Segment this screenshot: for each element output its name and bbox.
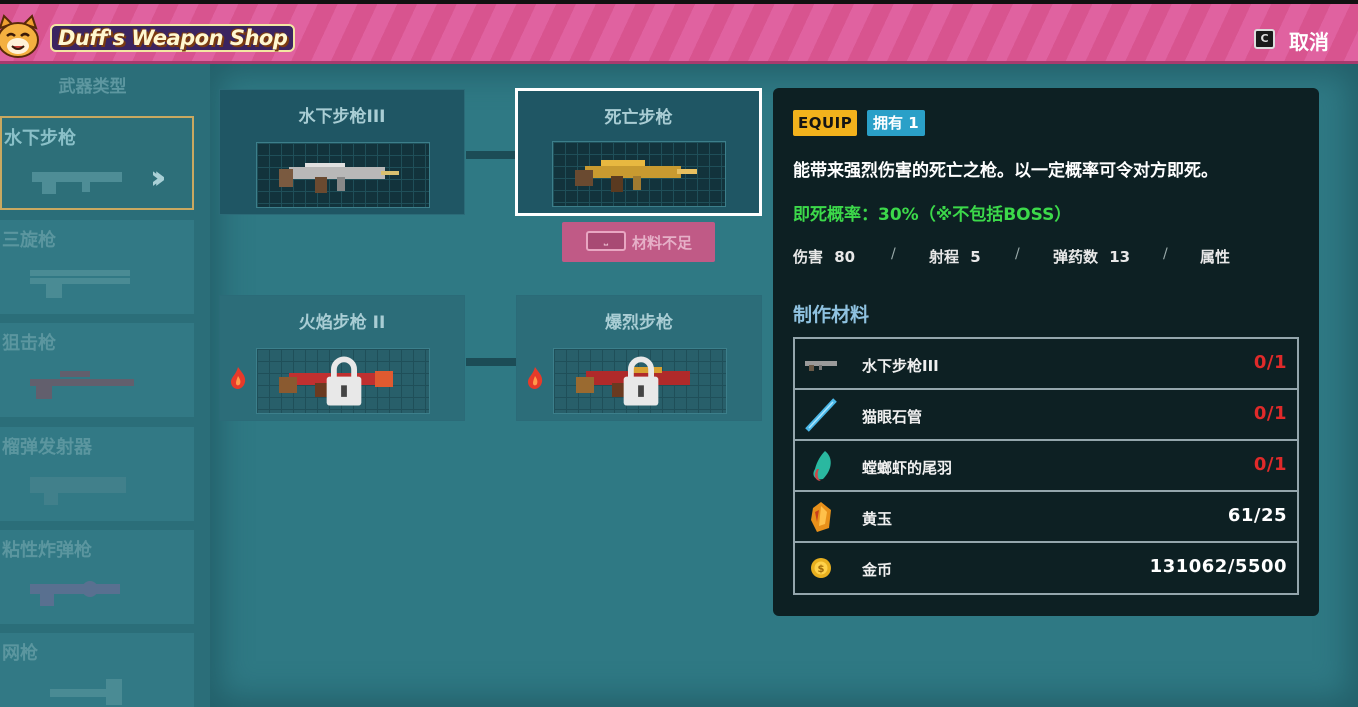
rifle-thumbnail-icon	[32, 172, 122, 194]
sidebar-item-net-gun[interactable]: 网枪	[0, 633, 194, 707]
materials-table: 水下步枪III 0/1 猫眼石管 0/1 螳螂虾的尾羽 0/1 黄玉 61/25…	[793, 337, 1299, 595]
underwater-rifle-icon	[279, 163, 399, 193]
material-count: 131062/5500	[1149, 556, 1287, 577]
weapon-description: 能带来强烈伤害的死亡之枪。以一定概率可令对方即死。	[793, 161, 1218, 181]
coin-icon: $	[811, 558, 831, 578]
stat-label: 射程	[929, 248, 960, 266]
space-key-hint: ⎵	[586, 231, 626, 251]
weapon-preview-frame	[552, 141, 726, 207]
material-name: 猫眼石管	[862, 408, 923, 426]
shop-logo: Duff's Weapon Shop	[0, 12, 296, 62]
weapon-card-name: 死亡步枪	[604, 108, 673, 128]
stat-attribute: 属性	[1200, 246, 1230, 267]
sidebar-item-label: 水下步枪	[4, 128, 76, 149]
tree-connector	[466, 151, 516, 159]
crystal-tube-icon	[805, 398, 837, 432]
material-row: $ 金币 131062/5500	[795, 543, 1297, 594]
material-name: 螳螂虾的尾羽	[862, 459, 953, 477]
lock-icon	[623, 356, 659, 406]
weapon-preview-frame	[553, 348, 727, 414]
feather-icon	[813, 451, 831, 481]
owned-count-badge: 拥有 1	[867, 110, 925, 136]
cancel-key-hint[interactable]: C	[1254, 29, 1275, 49]
stat-value: 13	[1109, 248, 1131, 266]
material-row: 猫眼石管 0/1	[795, 390, 1297, 441]
stat-label: 属性	[1200, 248, 1231, 266]
weapon-detail-panel: EQUIP 拥有 1 能带来强烈伤害的死亡之枪。以一定概率可令对方即死。 即死概…	[773, 88, 1319, 616]
weapon-type-sidebar: 武器类型 水下步枪 ›› 三旋枪 狙击枪 榴弹发射器 粘性炸弹枪 网枪	[0, 64, 210, 707]
sidebar-item-label: 粘性炸弹枪	[2, 540, 92, 561]
stat-damage: 伤害 80	[793, 246, 855, 267]
sidebar-item-triple-gun[interactable]: 三旋枪	[0, 220, 194, 314]
shop-title: Duff's Weapon Shop	[50, 24, 296, 52]
weapon-card-name: 爆烈步枪	[605, 313, 673, 333]
weapon-card-name: 火焰步枪 II	[298, 313, 386, 333]
stat-separator: /	[1163, 246, 1168, 262]
craft-button[interactable]: ⎵ 材料不足	[562, 222, 715, 262]
material-count: 0/1	[1253, 454, 1287, 475]
material-count: 61/25	[1227, 505, 1287, 526]
grenade-launcher-thumbnail-icon	[30, 477, 126, 505]
sidebar-item-label: 狙击枪	[2, 333, 56, 354]
material-count: 0/1	[1253, 352, 1287, 373]
material-row: 水下步枪III 0/1	[795, 339, 1297, 390]
top-bar: Duff's Weapon Shop C 取消	[0, 0, 1358, 64]
sticky-bomb-gun-thumbnail-icon	[30, 581, 120, 606]
stat-label: 伤害	[793, 248, 824, 266]
stat-label: 弹药数	[1053, 248, 1099, 266]
stat-separator: /	[1015, 246, 1020, 262]
rifle-icon	[805, 361, 837, 371]
craft-button-label: 材料不足	[632, 234, 693, 252]
sidebar-item-sniper[interactable]: 狙击枪	[0, 323, 194, 417]
equip-badge: EQUIP	[793, 110, 858, 136]
weapon-preview-frame	[256, 348, 430, 414]
sidebar-item-underwater-rifle[interactable]: 水下步枪 ››	[0, 116, 194, 210]
sidebar-item-grenade-launcher[interactable]: 榴弹发射器	[0, 427, 194, 521]
sidebar-item-label: 三旋枪	[2, 230, 56, 251]
sniper-thumbnail-icon	[30, 371, 134, 399]
topaz-icon	[811, 502, 831, 532]
stat-ammo: 弹药数 13	[1053, 246, 1130, 267]
weapon-card-burst-rifle[interactable]: 爆烈步枪	[516, 295, 762, 421]
sidebar-item-label: 榴弹发射器	[2, 437, 92, 458]
stat-range: 射程 5	[929, 246, 981, 267]
weapon-stats: 伤害 80 / 射程 5 / 弹药数 13 / 属性	[793, 246, 1293, 268]
duff-cat-icon	[0, 14, 39, 58]
stat-separator: /	[891, 246, 896, 262]
sidebar-item-label: 网枪	[2, 643, 38, 664]
material-name: 黄玉	[862, 510, 893, 528]
weapon-card-name: 水下步枪III	[298, 107, 386, 127]
material-row: 黄玉 61/25	[795, 492, 1297, 543]
materials-title: 制作材料	[793, 304, 870, 326]
weapon-card-flame-rifle-2[interactable]: 火焰步枪 II	[219, 295, 465, 421]
lock-icon	[326, 356, 362, 406]
chevron-right-icon: ››	[150, 158, 167, 196]
net-gun-thumbnail-icon	[50, 679, 122, 705]
material-count: 0/1	[1253, 403, 1287, 424]
svg-text:$: $	[818, 564, 825, 575]
weapon-card-underwater-rifle-3[interactable]: 水下步枪III	[219, 89, 465, 215]
material-name: 水下步枪III	[862, 357, 939, 375]
material-row: 螳螂虾的尾羽 0/1	[795, 441, 1297, 492]
death-rifle-icon	[575, 160, 697, 192]
fire-element-icon	[528, 367, 543, 389]
stat-value: 5	[970, 248, 981, 266]
weapon-card-death-rifle[interactable]: 死亡步枪	[515, 88, 762, 216]
tree-connector	[466, 358, 516, 366]
sidebar-title: 武器类型	[58, 77, 127, 97]
sidebar-item-sticky-bomb-gun[interactable]: 粘性炸弹枪	[0, 530, 194, 624]
stat-value: 80	[834, 248, 856, 266]
material-name: 金币	[862, 561, 893, 579]
weapon-special-effect: 即死概率：30%（※不包括BOSS）	[793, 205, 1072, 225]
weapon-preview-frame	[256, 142, 430, 208]
fire-element-icon	[231, 367, 246, 389]
triple-gun-thumbnail-icon	[30, 270, 130, 298]
cancel-button[interactable]: 取消	[1289, 26, 1329, 55]
